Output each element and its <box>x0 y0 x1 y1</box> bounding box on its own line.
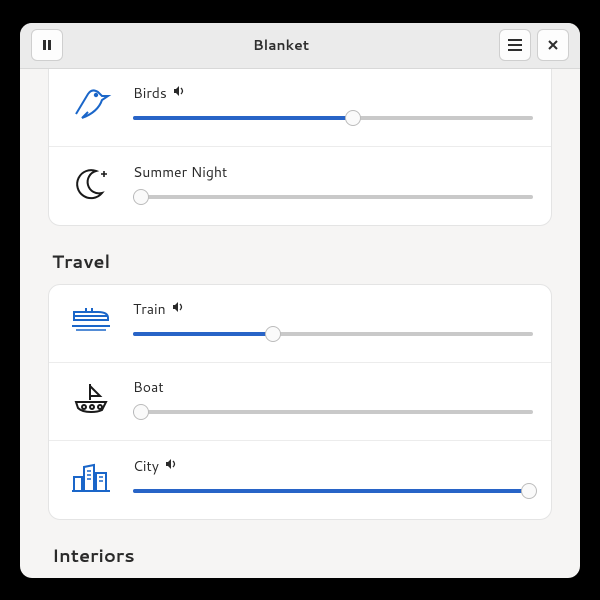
city-icon <box>63 452 119 504</box>
sound-row: Summer Night <box>49 147 551 225</box>
volume-slider[interactable] <box>133 403 533 421</box>
volume-icon <box>172 301 184 317</box>
volume-slider[interactable] <box>133 325 533 343</box>
close-icon <box>547 39 559 51</box>
volume-icon <box>173 85 185 101</box>
app-window: Blanket Birds Summer Night Travel Train Boat… <box>20 23 580 578</box>
sound-row: Birds <box>49 69 551 147</box>
sound-label: Train <box>133 299 533 319</box>
close-button[interactable] <box>537 29 569 61</box>
row-main: Summer Night <box>133 162 533 206</box>
row-main: City <box>133 456 533 500</box>
hamburger-icon <box>508 39 522 51</box>
content-area: Birds Summer Night Travel Train Boat City Inte… <box>20 69 580 578</box>
sound-label: City <box>133 456 533 476</box>
train-icon <box>63 295 119 347</box>
moon-icon <box>63 158 119 210</box>
row-main: Birds <box>133 83 533 127</box>
bird-icon <box>63 79 119 131</box>
sound-row: Train <box>49 285 551 363</box>
pause-icon <box>41 39 53 51</box>
row-main: Boat <box>133 377 533 421</box>
sound-label: Birds <box>133 83 533 103</box>
volume-slider[interactable] <box>133 482 533 500</box>
section-title: Travel <box>52 248 552 274</box>
titlebar: Blanket <box>20 23 580 69</box>
volume-slider[interactable] <box>133 109 533 127</box>
sound-label: Boat <box>133 377 533 397</box>
sound-row: Boat <box>49 363 551 441</box>
sound-label: Summer Night <box>133 162 533 182</box>
volume-slider[interactable] <box>133 188 533 206</box>
section-title: Interiors <box>52 542 552 568</box>
card: Birds Summer Night <box>48 69 552 226</box>
volume-icon <box>165 458 177 474</box>
sound-row: City <box>49 441 551 519</box>
menu-button[interactable] <box>499 29 531 61</box>
pause-button[interactable] <box>31 29 63 61</box>
window-title: Blanket <box>66 35 496 55</box>
card: Train Boat City <box>48 284 552 520</box>
row-main: Train <box>133 299 533 343</box>
boat-icon <box>63 373 119 425</box>
